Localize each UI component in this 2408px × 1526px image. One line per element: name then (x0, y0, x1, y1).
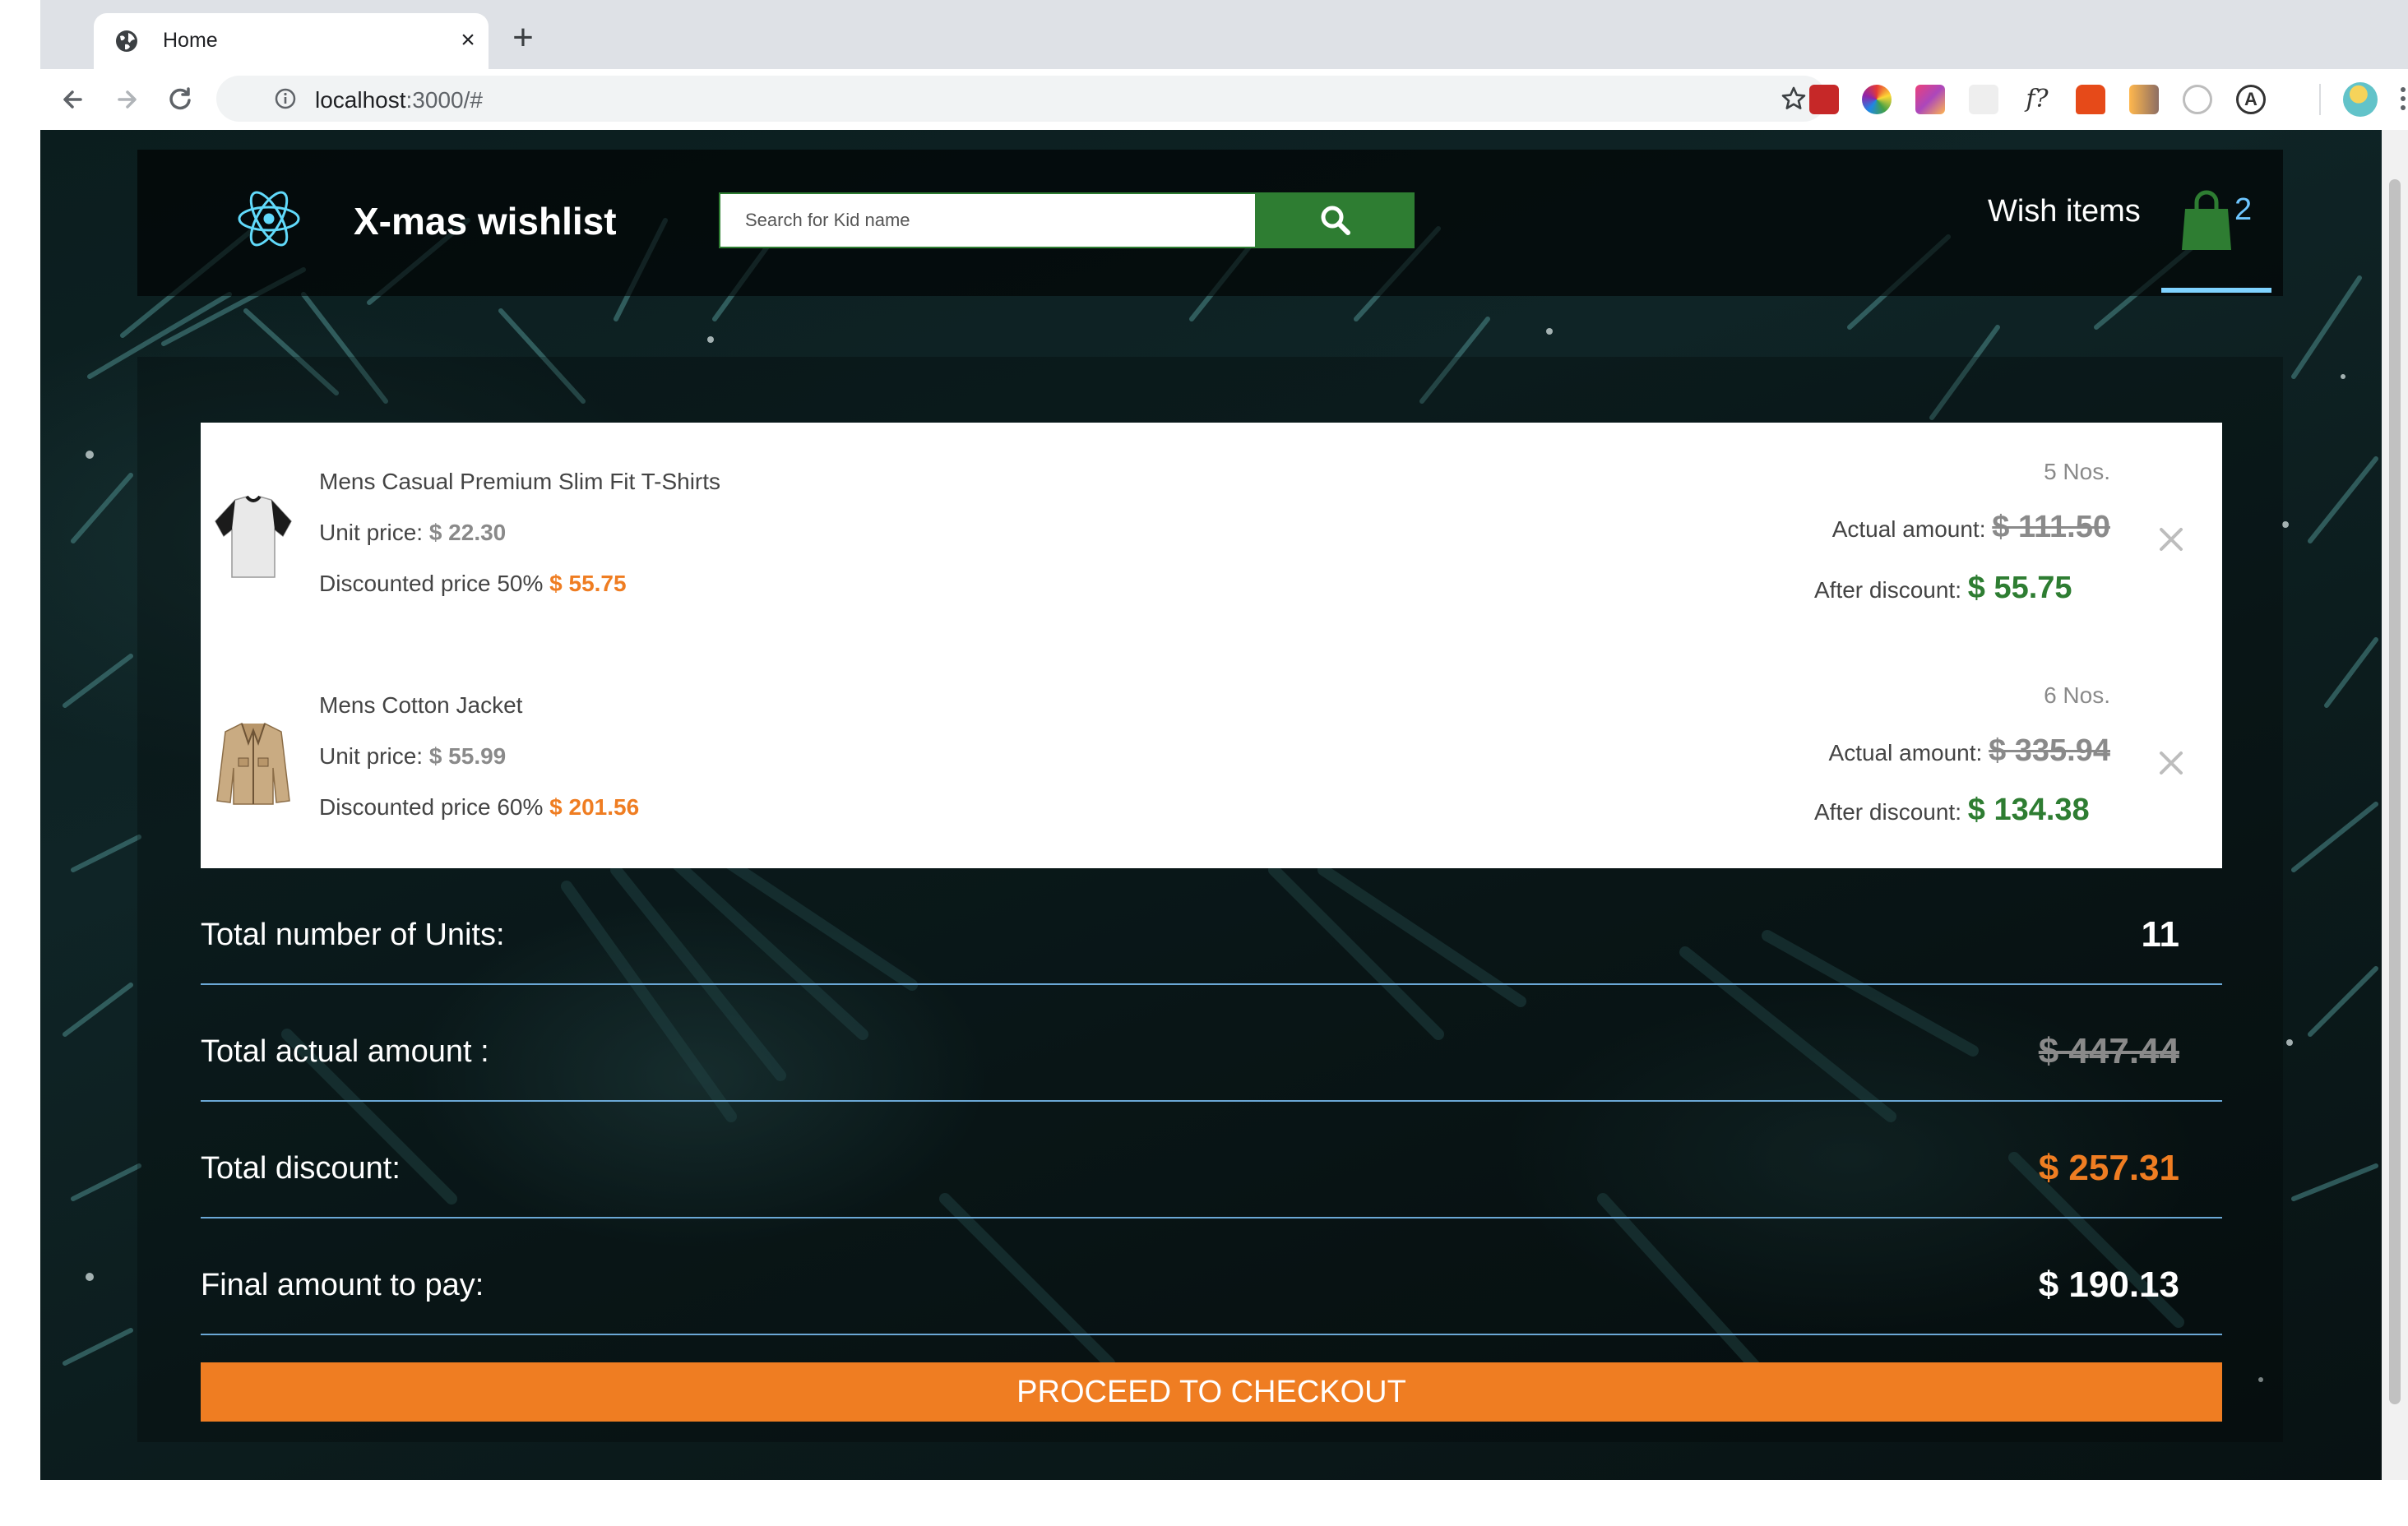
extension-icon-5[interactable]: f? (2022, 85, 2052, 114)
actual-amount-line: Actual amount: $ 335.94 (1828, 733, 2110, 768)
plus-icon[interactable]: + (507, 20, 539, 56)
wishlist-items: Mens Casual Premium Slim Fit T-Shirts Un… (201, 423, 2222, 868)
summary-total-actual: Total actual amount : $ 447.44 (201, 985, 2222, 1102)
shopping-bag-icon[interactable] (2180, 189, 2233, 252)
item-name: Mens Cotton Jacket (319, 692, 523, 718)
after-discount-line: After discount: $ 134.38 (1814, 793, 2090, 827)
close-icon[interactable] (2155, 747, 2188, 779)
url-text[interactable]: localhost:3000/# (315, 87, 483, 113)
tab-strip: Home × + (40, 0, 2408, 69)
active-tab-indicator (2161, 288, 2271, 293)
tshirt-image (215, 495, 292, 578)
quantity-label: 5 Nos. (2044, 459, 2110, 484)
extension-icon-3[interactable] (1915, 85, 1945, 114)
quantity-label: 6 Nos. (2044, 682, 2110, 708)
forward-icon[interactable] (109, 82, 144, 117)
list-item: Mens Casual Premium Slim Fit T-Shirts Un… (201, 423, 2222, 646)
unit-price-line: Unit price: $ 22.30 (319, 520, 507, 545)
extension-icon-8[interactable] (2183, 85, 2212, 114)
after-discount-line: After discount: $ 55.75 (1814, 571, 2072, 605)
summary-label: Total number of Units: (201, 918, 505, 952)
extension-icon-6[interactable] (2076, 85, 2105, 114)
info-icon[interactable] (274, 87, 297, 110)
checkout-button[interactable]: PROCEED TO CHECKOUT (201, 1362, 2222, 1422)
unit-price-line: Unit price: $ 55.99 (319, 743, 507, 769)
address-bar[interactable]: localhost:3000/# (216, 76, 1827, 122)
scrollbar-thumb[interactable] (2389, 179, 2401, 1404)
kebab-icon[interactable] (2399, 84, 2407, 117)
item-name: Mens Casual Premium Slim Fit T-Shirts (319, 469, 721, 494)
summary-value: 11 (2141, 914, 2179, 955)
discounted-price-line: Discounted price 60% $ 201.56 (319, 794, 640, 820)
extension-icon-4[interactable] (1969, 85, 1998, 114)
extension-icon-1[interactable] (1809, 85, 1839, 114)
back-icon[interactable] (56, 82, 90, 117)
search-button[interactable] (1257, 192, 1415, 248)
page-viewport: X-mas wishlist Wish items 2 M (40, 130, 2382, 1480)
wish-items-link[interactable]: Wish items (1988, 194, 2141, 229)
summary-total-units: Total number of Units: 11 (201, 868, 2222, 985)
star-icon[interactable] (1781, 86, 1807, 112)
summary-label: Final amount to pay: (201, 1268, 484, 1302)
summary-value: $ 190.13 (2038, 1265, 2179, 1305)
reload-icon[interactable] (163, 82, 197, 117)
app-title: X-mas wishlist (354, 200, 617, 243)
react-logo-icon[interactable] (236, 186, 302, 252)
summary-total-discount: Total discount: $ 257.31 (201, 1102, 2222, 1218)
discounted-price-line: Discounted price 50% $ 55.75 (319, 571, 627, 596)
summary-label: Total discount: (201, 1151, 401, 1186)
profile-avatar[interactable] (2343, 82, 2378, 117)
close-icon[interactable] (2155, 523, 2188, 556)
toolbar-separator (2319, 84, 2321, 115)
window-bottom (0, 1480, 2408, 1526)
app-header: X-mas wishlist Wish items 2 (137, 150, 2283, 296)
actual-amount-line: Actual amount: $ 111.50 (1831, 510, 2110, 544)
summary-value: $ 257.31 (2038, 1148, 2179, 1188)
summary-label: Total actual amount : (201, 1034, 489, 1069)
extension-icon-2[interactable] (1862, 85, 1892, 114)
cart-count-badge: 2 (2234, 192, 2253, 227)
tab-title: Home (163, 29, 218, 52)
tab-home[interactable]: Home × (94, 13, 489, 69)
list-item: Mens Cotton Jacket Unit price: $ 55.99 D… (201, 646, 2222, 870)
summary-value: $ 447.44 (2038, 1031, 2179, 1071)
close-icon[interactable]: × (456, 28, 480, 53)
search-input[interactable] (720, 194, 1255, 247)
extension-icon-9[interactable]: A (2236, 85, 2266, 114)
browser-toolbar: localhost:3000/# f? A (40, 69, 2408, 131)
search-field[interactable] (719, 192, 1257, 248)
search-icon (1321, 206, 1350, 235)
extension-icon-7[interactable] (2129, 85, 2159, 114)
globe-icon (116, 30, 137, 52)
summary-final-amount: Final amount to pay: $ 190.13 (201, 1218, 2222, 1335)
window-edge (0, 0, 40, 1526)
page-scrollbar[interactable] (2382, 130, 2408, 1480)
jacket-image (216, 723, 290, 805)
